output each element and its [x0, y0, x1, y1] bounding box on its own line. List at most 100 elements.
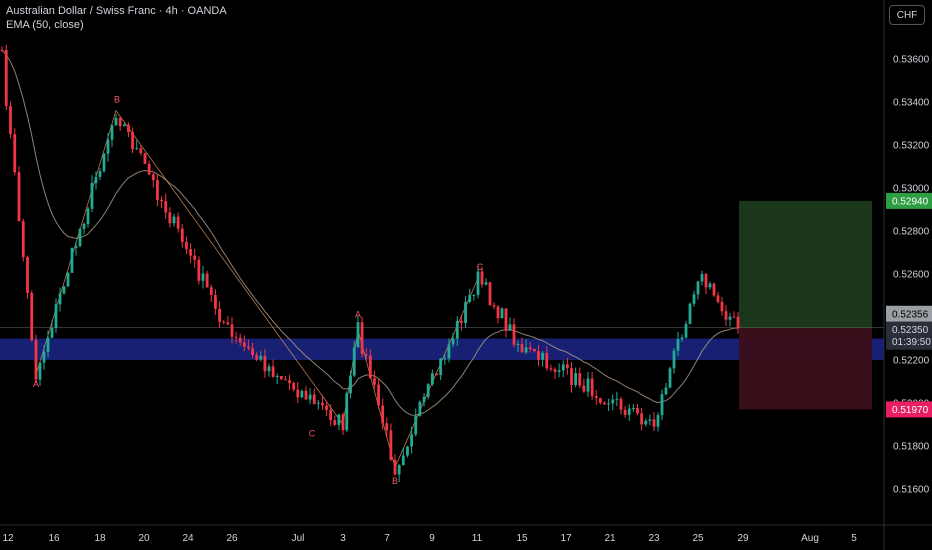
candle-body	[164, 201, 168, 213]
price-tick: 0.53200	[893, 141, 930, 152]
candle-body	[484, 282, 488, 285]
price-tick: 0.51800	[893, 442, 930, 453]
candle-body	[541, 352, 545, 360]
candle-body	[234, 336, 238, 338]
candle-body	[180, 228, 184, 242]
candle-body	[545, 352, 549, 369]
candle-body	[561, 364, 565, 371]
candle-body	[176, 216, 180, 229]
candle-body	[296, 389, 300, 398]
wave-label-a: A	[355, 309, 361, 319]
candle-body	[160, 199, 163, 202]
candle-body	[197, 259, 201, 281]
time-tick: 3	[340, 533, 346, 544]
symbol-title: Australian Dollar / Swiss Franc · 4h · O…	[6, 5, 227, 17]
candle-body	[4, 50, 8, 107]
candle-body	[716, 295, 720, 302]
candle-body	[603, 402, 606, 405]
candle-body	[143, 153, 147, 164]
price-tick: 0.53000	[893, 184, 930, 195]
candle-body	[468, 294, 472, 302]
candle-body	[325, 405, 328, 410]
candle-body	[230, 324, 234, 337]
candle-body	[537, 351, 540, 360]
candle-body	[122, 124, 126, 127]
candle-body	[337, 414, 341, 425]
currency-button[interactable]: CHF	[889, 5, 925, 25]
candle-body	[74, 246, 78, 249]
price-tick: 0.53400	[893, 98, 930, 109]
candle-body	[288, 380, 291, 384]
candle-body	[443, 358, 447, 360]
candle-body	[106, 139, 110, 154]
candle-body	[636, 407, 639, 414]
candle-body	[94, 176, 98, 184]
time-tick: Jul	[292, 533, 305, 544]
candle-body	[0, 50, 4, 52]
price-chart[interactable]: A B C A B C 0.53600 0.53400 0.53200 0.53000 0.528…	[0, 0, 932, 550]
candle-body	[78, 229, 82, 247]
candle-body	[732, 316, 736, 318]
candle-body	[672, 350, 676, 369]
candle-body	[205, 273, 209, 288]
candle-body	[607, 403, 611, 405]
candle-body	[312, 394, 316, 404]
candle-body	[21, 221, 25, 258]
candle-body	[17, 172, 21, 222]
current-price-label: 0.52350	[892, 325, 929, 336]
ema-indicator-label[interactable]: EMA (50, close)	[6, 18, 227, 32]
candle-body	[590, 378, 594, 397]
candle-body	[532, 348, 536, 352]
candle-body	[255, 354, 259, 360]
chart-legend: Australian Dollar / Swiss Franc · 4h · O…	[6, 4, 227, 32]
candle-body	[62, 286, 66, 294]
target-zone	[739, 200, 872, 328]
candle-body	[316, 402, 320, 404]
candle-body	[700, 273, 704, 282]
time-tick: 9	[429, 533, 435, 544]
candle-body	[222, 321, 226, 323]
time-tick: 11	[472, 533, 483, 544]
candle-body	[30, 292, 34, 341]
time-tick: 5	[851, 533, 857, 544]
candle-body	[447, 344, 451, 359]
candle-body	[553, 369, 557, 372]
candle-body	[652, 419, 656, 427]
candle-body	[304, 390, 308, 400]
candle-body	[131, 132, 134, 150]
price-tick: 0.53600	[893, 55, 930, 66]
candle-body	[238, 337, 242, 343]
candle-body	[488, 282, 492, 306]
candle-body	[623, 409, 627, 415]
candle-body	[401, 455, 405, 466]
candle-body	[90, 183, 94, 209]
stop-zone	[739, 327, 872, 410]
candle-body	[267, 366, 271, 372]
candle-body	[496, 306, 500, 319]
candle-body	[70, 248, 74, 273]
candle-body	[341, 414, 345, 431]
candle-body	[656, 415, 660, 427]
candle-body	[242, 342, 246, 347]
time-tick: 17	[560, 533, 572, 544]
candle-body	[712, 283, 716, 296]
candle-body	[321, 402, 324, 406]
candle-body	[406, 446, 409, 456]
candle-body	[460, 320, 463, 324]
candle-body	[98, 171, 102, 177]
price-tick: 0.52800	[893, 227, 930, 238]
candle-body	[66, 272, 70, 287]
candle-body	[360, 322, 364, 355]
candle-body	[46, 337, 50, 352]
candle-body	[127, 124, 130, 133]
candle-body	[259, 355, 263, 360]
time-tick: 29	[737, 533, 749, 544]
candle-body	[389, 430, 393, 460]
candle-body	[724, 311, 728, 320]
candle-body	[676, 339, 680, 351]
candle-body	[598, 398, 602, 403]
candle-body	[168, 212, 172, 224]
candle-body	[247, 346, 250, 349]
candle-body	[193, 255, 197, 260]
candle-body	[728, 316, 732, 320]
